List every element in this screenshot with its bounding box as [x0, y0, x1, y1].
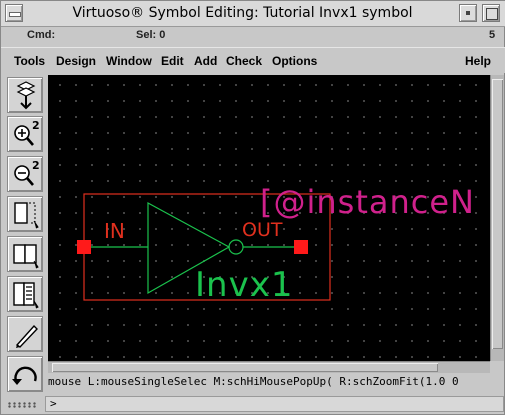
- stretch-icon: [14, 202, 39, 229]
- undo-button[interactable]: [7, 356, 43, 392]
- minimize-button[interactable]: [459, 4, 477, 22]
- save-button[interactable]: [7, 77, 43, 113]
- menu-design[interactable]: Design: [56, 54, 96, 68]
- horizontal-scroll-thumb[interactable]: [52, 363, 438, 372]
- pin-out-marker[interactable]: [294, 240, 308, 254]
- command-input[interactable]: >: [45, 396, 504, 412]
- pencil-icon: [15, 324, 38, 348]
- status-number: 5: [489, 29, 496, 41]
- toolbar: 2 2: [4, 75, 46, 395]
- command-line: >: [1, 394, 505, 414]
- pin-in-label: IN: [104, 219, 125, 243]
- cell-name-label: Invx1: [195, 265, 294, 305]
- menu-check[interactable]: Check: [226, 54, 262, 68]
- zoom-out-icon: 2: [14, 159, 40, 186]
- menu-tools[interactable]: Tools: [14, 54, 45, 68]
- copy-button[interactable]: [7, 236, 43, 272]
- title-bar[interactable]: Virtuoso® Symbol Editing: Tutorial Invx1…: [1, 1, 505, 27]
- menu-window[interactable]: Window: [106, 54, 152, 68]
- schematic-canvas[interactable]: IN OUT Invx1 [@instanceN: [48, 75, 490, 361]
- command-prompt: >: [50, 397, 57, 410]
- instance-name-label: [@instanceN: [260, 183, 475, 221]
- zoom-in-icon: 2: [14, 119, 40, 146]
- vertical-scrollbar[interactable]: [490, 75, 504, 361]
- horizontal-scrollbar[interactable]: [48, 361, 490, 373]
- copy-icon: [13, 244, 39, 269]
- zoom-out-superscript: 2: [32, 159, 40, 172]
- zoom-in-button[interactable]: 2: [7, 116, 43, 152]
- property-button[interactable]: [7, 276, 43, 312]
- scroll-corner: [490, 361, 504, 373]
- window-title: Virtuoso® Symbol Editing: Tutorial Invx1…: [72, 5, 413, 21]
- status-row: Cmd: Sel: 0 5: [1, 27, 505, 47]
- pin-out-label: OUT: [242, 219, 283, 241]
- undo-icon: [12, 366, 37, 385]
- vertical-scroll-thumb[interactable]: [492, 79, 503, 349]
- selection-count: Sel: 0: [136, 29, 166, 41]
- menu-help[interactable]: Help: [465, 54, 491, 68]
- cmd-label: Cmd:: [27, 29, 56, 41]
- menu-bar: Tools Design Window Edit Add Check Optio…: [1, 47, 505, 73]
- virtuoso-window: Virtuoso® Symbol Editing: Tutorial Invx1…: [0, 0, 505, 415]
- menu-options[interactable]: Options: [272, 54, 317, 68]
- inverter-bubble: [228, 239, 244, 255]
- pencil-button[interactable]: [7, 316, 43, 352]
- grip-icon: [7, 402, 37, 408]
- pin-in-marker[interactable]: [77, 240, 91, 254]
- mouse-bindings-line: mouse L:mouseSingleSelec M:schHiMousePop…: [48, 375, 459, 388]
- menu-add[interactable]: Add: [194, 54, 217, 68]
- stretch-button[interactable]: [7, 196, 43, 232]
- property-icon: [13, 282, 39, 309]
- zoom-in-superscript: 2: [32, 119, 40, 132]
- menu-edit[interactable]: Edit: [161, 54, 184, 68]
- save-icon: [16, 81, 36, 110]
- window-menu-button[interactable]: [5, 4, 23, 22]
- maximize-button[interactable]: [482, 4, 500, 22]
- zoom-out-button[interactable]: 2: [7, 156, 43, 192]
